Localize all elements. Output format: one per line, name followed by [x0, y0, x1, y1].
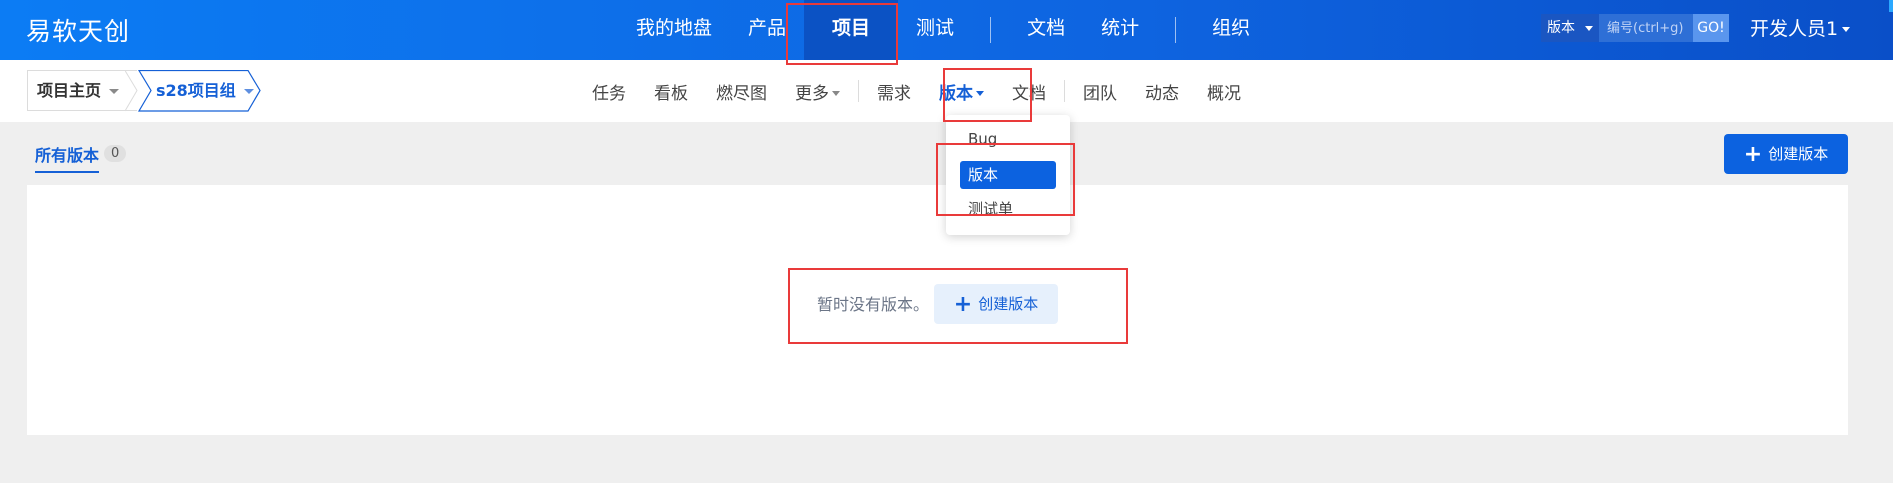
breadcrumb-home-label: 项目主页 — [37, 81, 102, 100]
chevron-down-icon — [1585, 26, 1593, 31]
dropdown-item-bug[interactable]: Bug — [960, 125, 1056, 153]
nav-divider — [1175, 17, 1177, 43]
subnav-more-label: 更多 — [795, 83, 829, 104]
nav-org[interactable]: 组织 — [1194, 0, 1268, 60]
search-type-select[interactable]: 版本 — [1541, 14, 1599, 42]
nav-stats[interactable]: 统计 — [1083, 0, 1157, 60]
tab-count-badge: 0 — [104, 145, 127, 162]
subnav-divider — [858, 80, 859, 102]
dropdown-item-testtask[interactable]: 测试单 — [960, 195, 1056, 223]
empty-state-text: 暂时没有版本。 — [817, 295, 930, 314]
chevron-down-icon — [243, 89, 254, 94]
tab-all-builds[interactable]: 所有版本 — [35, 142, 100, 173]
edge-indicator — [1889, 0, 1893, 12]
user-menu[interactable]: 开发人员1 — [1750, 14, 1851, 41]
dropdown-item-build[interactable]: 版本 — [960, 161, 1056, 189]
subnav-dynamic[interactable]: 动态 — [1131, 79, 1193, 104]
brand-logo[interactable]: 易软天创 — [26, 12, 130, 48]
nav-test[interactable]: 测试 — [898, 0, 972, 60]
subnav-divider — [1064, 80, 1065, 102]
subnav-story[interactable]: 需求 — [863, 79, 925, 104]
subnav-overview[interactable]: 概况 — [1193, 79, 1255, 104]
search-go-button[interactable]: GO! — [1693, 14, 1729, 42]
subnav-doc[interactable]: 文档 — [998, 79, 1060, 104]
chevron-down-icon — [1842, 27, 1851, 32]
subnav-team[interactable]: 团队 — [1069, 79, 1131, 104]
search-input[interactable] — [1599, 14, 1693, 42]
chevron-down-icon — [832, 91, 840, 96]
main-nav: 我的地盘 产品 项目 测试 文档 统计 组织 — [618, 0, 1268, 60]
empty-create-build-label: 创建版本 — [978, 295, 1039, 313]
breadcrumb-home[interactable]: 项目主页 — [27, 70, 137, 111]
breadcrumb-project-label: s28项目组 — [156, 81, 236, 100]
build-dropdown-menu: Bug 版本 测试单 — [946, 115, 1070, 235]
nav-my-dashboard[interactable]: 我的地盘 — [618, 0, 730, 60]
subnav-task[interactable]: 任务 — [578, 79, 640, 104]
create-build-label: 创建版本 — [1768, 145, 1829, 163]
user-name: 开发人员1 — [1750, 18, 1839, 40]
subnav-kanban[interactable]: 看板 — [640, 79, 702, 104]
subnav-build-label: 版本 — [939, 83, 973, 104]
global-search: 版本 GO! — [1541, 14, 1729, 42]
top-header: 易软天创 我的地盘 产品 项目 测试 文档 统计 组织 版本 GO! 开发人员1 — [0, 0, 1893, 60]
nav-product[interactable]: 产品 — [730, 0, 804, 60]
chevron-down-icon — [976, 91, 984, 96]
create-build-button[interactable]: + 创建版本 — [1724, 134, 1848, 174]
plus-icon: + — [953, 292, 973, 317]
nav-project[interactable]: 项目 — [804, 0, 899, 60]
chevron-down-icon — [109, 89, 120, 94]
nav-doc[interactable]: 文档 — [1009, 0, 1083, 60]
plus-icon: + — [1743, 142, 1763, 167]
search-type-label: 版本 — [1547, 20, 1575, 36]
nav-divider — [990, 17, 992, 43]
project-subnav: 任务 看板 燃尽图 更多 需求 版本 文档 团队 动态 概况 — [578, 60, 1255, 122]
subnav-burndown[interactable]: 燃尽图 — [702, 79, 781, 104]
subnav-build[interactable]: 版本 — [925, 79, 998, 104]
breadcrumb-project[interactable]: s28项目组 — [156, 70, 254, 111]
subnav-more[interactable]: 更多 — [781, 79, 854, 104]
empty-create-build-button[interactable]: + 创建版本 — [934, 284, 1058, 324]
